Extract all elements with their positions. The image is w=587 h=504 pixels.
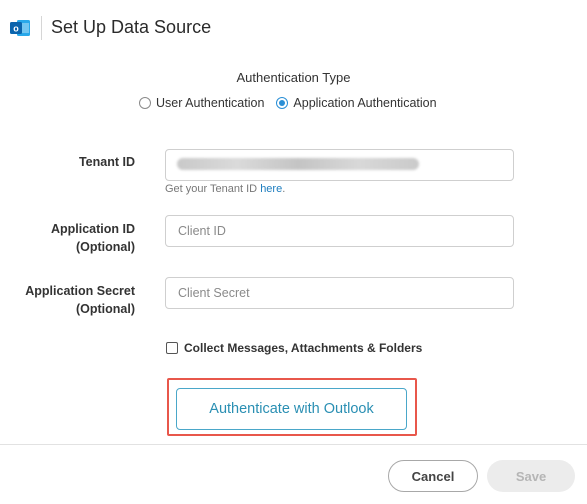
header-divider [41,16,42,40]
application-secret-label-line2: (Optional) [75,302,135,316]
tenant-id-help-suffix: . [282,183,286,195]
tenant-id-label: Tenant ID [78,155,135,169]
dialog-header: o Set Up Data Source [0,0,587,56]
tenant-id-help: Get your Tenant ID here. [165,183,285,195]
application-id-label: Application ID (Optional) [0,220,135,256]
authenticate-with-outlook-button[interactable]: Authenticate with Outlook [176,388,407,430]
auth-type-label: Authentication Type [236,70,351,85]
outlook-icon: o [10,20,30,36]
tenant-id-help-link[interactable]: here [260,183,282,195]
tenant-id-help-text: Get your Tenant ID [165,183,261,195]
collect-messages-option[interactable]: Collect Messages, Attachments & Folders [166,341,422,355]
radio-circle-icon[interactable] [139,97,151,109]
application-id-label-line2: (Optional) [75,240,135,254]
application-secret-input[interactable] [165,277,514,309]
auth-type-radio-group: User Authentication Application Authenti… [139,96,437,110]
save-button: Save [487,460,575,492]
application-secret-label: Application Secret (Optional) [0,282,135,318]
collect-messages-checkbox[interactable] [166,342,178,354]
application-id-input[interactable] [165,215,514,247]
collect-messages-label: Collect Messages, Attachments & Folders [184,341,423,355]
radio-user-authentication[interactable]: User Authentication [139,96,264,110]
application-id-label-line1: Application ID [50,222,135,236]
radio-user-authentication-label: User Authentication [156,96,265,110]
svg-text:o: o [13,24,19,34]
application-secret-label-line1: Application Secret [25,284,135,298]
footer-divider [0,444,587,445]
radio-application-authentication[interactable]: Application Authentication [276,96,437,110]
radio-circle-checked-icon[interactable] [276,97,289,109]
cancel-button[interactable]: Cancel [388,460,478,492]
tenant-id-redacted-value [177,158,419,170]
radio-application-authentication-label: Application Authentication [293,96,437,110]
dialog-title: Set Up Data Source [51,17,212,37]
